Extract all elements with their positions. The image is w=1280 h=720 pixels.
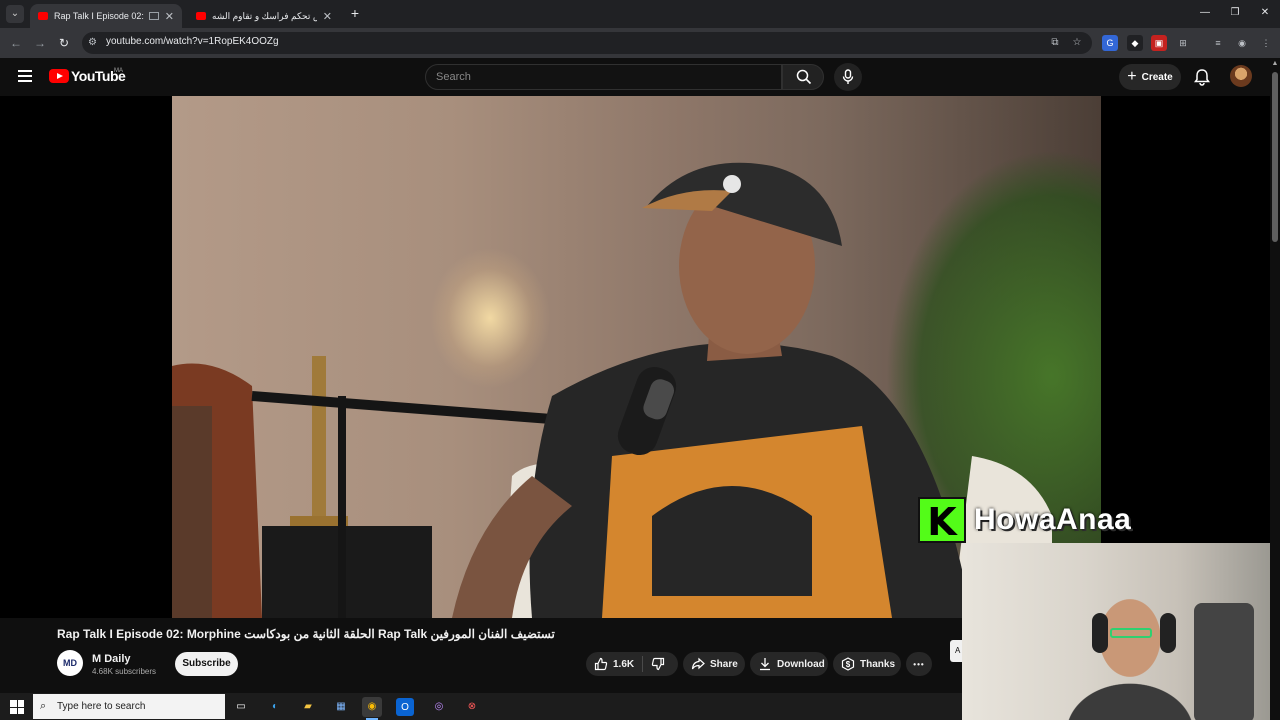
tab-list-chevron-down-icon[interactable]: ⌄ — [6, 5, 24, 23]
store-icon[interactable]: ▦ — [331, 697, 351, 717]
taskbar-search-input[interactable] — [57, 694, 217, 719]
address-bar[interactable]: ⚙ youtube.com/watch?v=1RopEK4OOZg ⧉ ☆ — [82, 32, 1092, 54]
scrollbar-thumb[interactable] — [1272, 72, 1278, 242]
url-text: youtube.com/watch?v=1RopEK4OOZg — [106, 36, 279, 47]
menu-icon[interactable]: ⋮ — [1258, 35, 1274, 51]
minimize-button[interactable]: — — [1191, 4, 1219, 22]
youtube-play-icon — [49, 69, 69, 83]
app-icon[interactable]: ⊗ — [462, 697, 482, 717]
tab-search-icon[interactable]: ≡ — [1210, 35, 1226, 51]
download-label: Download — [777, 658, 825, 670]
plus-icon: + — [1127, 68, 1137, 85]
search-icon: ⌕ — [40, 700, 47, 712]
browser-tab-active[interactable]: Rap Talk I Episode 02: Morp ✕ — [30, 4, 182, 28]
video-title: Rap Talk I Episode 02: Morphine الحلقة ا… — [57, 627, 555, 641]
user-avatar[interactable] — [1230, 65, 1252, 87]
notifications-button[interactable] — [1192, 67, 1212, 87]
youtube-favicon-icon — [38, 12, 48, 20]
dislike-icon[interactable] — [651, 657, 665, 671]
hamburger-icon[interactable] — [18, 70, 32, 82]
subscribe-button[interactable]: Subscribe — [175, 652, 238, 676]
share-label: Share — [710, 658, 738, 670]
glasses — [1110, 628, 1152, 638]
voice-search-button[interactable] — [834, 63, 862, 91]
back-icon[interactable]: ← — [7, 34, 25, 52]
page-scrollbar[interactable]: ▲ — [1270, 58, 1280, 690]
maximize-button[interactable]: ❐ — [1221, 4, 1249, 22]
outlook-icon[interactable]: O — [396, 698, 414, 716]
subscriber-count: 4.68K subscribers — [92, 667, 157, 676]
app-icon[interactable]: ◎ — [429, 697, 449, 717]
channel-avatar[interactable]: MD — [57, 650, 83, 676]
webcam-overlay — [962, 543, 1270, 720]
extension-icon[interactable]: ◆ — [1127, 35, 1143, 51]
site-info-icon[interactable]: ⚙ — [88, 37, 100, 49]
thanks-button[interactable]: $ Thanks — [833, 652, 901, 676]
mic-icon — [842, 69, 854, 84]
like-button[interactable]: 1.6K — [594, 657, 634, 671]
youtube-favicon-icon — [196, 12, 206, 20]
headphone-right — [1160, 613, 1176, 653]
more-actions-button[interactable]: ••• — [906, 652, 932, 676]
browser-toolbar: ← → ↻ ⚙ youtube.com/watch?v=1RopEK4OOZg … — [0, 28, 1280, 58]
install-app-icon[interactable]: ⧉ — [1048, 36, 1062, 50]
windows-taskbar: ⌕ ▭ ◐ ▰ ▦ ◉ O ◎ ⊗ — [0, 693, 962, 720]
reload-icon[interactable]: ↻ — [55, 34, 73, 52]
svg-text:$: $ — [846, 660, 851, 669]
forward-icon[interactable]: → — [31, 34, 49, 52]
download-button[interactable]: Download — [750, 652, 828, 676]
profile-icon[interactable]: ◉ — [1234, 35, 1250, 51]
share-button[interactable]: Share — [683, 652, 745, 676]
thanks-icon: $ — [841, 657, 855, 671]
extension-icon[interactable]: ▣ — [1151, 35, 1167, 51]
search-box — [425, 64, 782, 90]
clipped-panel-edge[interactable]: A — [950, 640, 962, 662]
task-view-icon[interactable]: ▭ — [231, 697, 251, 717]
like-icon — [594, 657, 608, 671]
like-dislike-group: 1.6K — [586, 652, 678, 676]
headphone-left — [1092, 613, 1108, 653]
streamer-name: HowaAnaa — [974, 503, 1132, 536]
tab-title: Rap Talk I Episode 02: Morp — [54, 11, 145, 21]
bell-icon — [1194, 69, 1210, 86]
browser-tab-strip: ⌄ Rap Talk I Episode 02: Morp ✕ كيفاش تح… — [0, 0, 1280, 28]
gaming-chair — [1194, 603, 1254, 720]
extensions-puzzle-icon[interactable]: ⊞ — [1175, 35, 1191, 51]
create-label: Create — [1141, 71, 1173, 83]
translate-extension-icon[interactable]: G — [1102, 35, 1118, 51]
media-playing-icon[interactable] — [148, 12, 159, 20]
scroll-up-icon[interactable]: ▲ — [1271, 60, 1279, 67]
search-icon — [796, 69, 812, 85]
bookmark-star-icon[interactable]: ☆ — [1070, 36, 1084, 50]
taskbar-search-box: ⌕ — [33, 694, 225, 719]
new-tab-plus-icon[interactable]: + — [346, 4, 364, 22]
channel-name[interactable]: M Daily — [92, 653, 131, 665]
search-input[interactable] — [426, 65, 781, 89]
kick-logo: K — [918, 497, 966, 544]
close-tab-icon[interactable]: ✕ — [165, 10, 174, 23]
thanks-label: Thanks — [860, 658, 896, 670]
file-explorer-icon[interactable]: ▰ — [298, 697, 318, 717]
search-button[interactable] — [782, 64, 824, 90]
browser-tab[interactable]: كيفاش تحكم فراسك و تقاوم الشه... ✕ — [188, 4, 340, 28]
country-code: MA — [114, 68, 123, 74]
close-window-button[interactable]: ✕ — [1251, 4, 1279, 22]
download-icon — [760, 658, 770, 671]
edge-icon[interactable]: ◐ — [265, 697, 285, 717]
youtube-masthead: YouTube MA + Create — [0, 58, 1270, 96]
chrome-icon[interactable]: ◉ — [362, 697, 382, 720]
create-button[interactable]: + Create — [1119, 64, 1181, 90]
close-tab-icon[interactable]: ✕ — [323, 10, 332, 23]
stream-overlay-banner: K HowaAnaa — [918, 497, 1270, 544]
like-count: 1.6K — [613, 658, 635, 670]
share-icon — [691, 657, 705, 670]
windows-start-icon[interactable] — [10, 700, 24, 714]
tab-title: كيفاش تحكم فراسك و تقاوم الشه... — [212, 10, 317, 21]
like-divider — [642, 656, 644, 672]
